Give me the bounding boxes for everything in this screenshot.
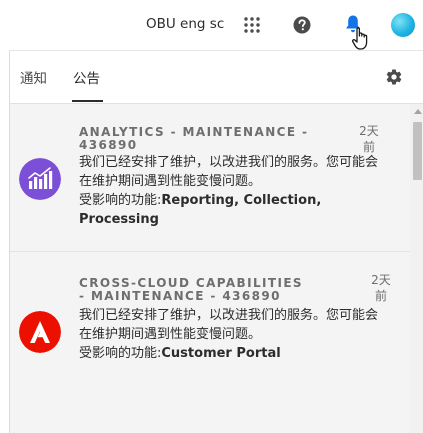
affected-prefix: 受影响的功能: <box>79 346 162 361</box>
org-switcher[interactable]: OBU eng sc <box>146 16 224 32</box>
notifications-panel: 通知 公告 ANALYTICS - MAINTENANCE - 436890 2… <box>9 50 423 433</box>
announcement-list: ANALYTICS - MAINTENANCE - 436890 2天前 我们已… <box>10 104 410 433</box>
announcement-time: 2天前 <box>359 124 379 154</box>
tab-notifications[interactable]: 通知 <box>20 67 47 87</box>
adobe-logo-icon <box>19 311 61 353</box>
affected-features: Customer Portal <box>161 346 281 361</box>
tab-announcements[interactable]: 公告 <box>73 67 100 87</box>
analytics-icon <box>19 158 61 200</box>
panel-tabs: 通知 公告 <box>10 51 423 103</box>
announcement-body: 我们已经安排了维护，以改进我们的服务。您可能会在维护期间遇到性能变慢问题。 受影… <box>79 153 389 229</box>
avatar[interactable] <box>391 13 415 37</box>
announcement-title: CROSS-CLOUD CAPABILITIES - MAINTENANCE -… <box>79 276 303 303</box>
scrollbar-thumb[interactable] <box>413 122 422 180</box>
announcement-title: ANALYTICS - MAINTENANCE - 436890 <box>79 125 309 152</box>
help-icon[interactable] <box>293 16 311 34</box>
announcement-time: 2天前 <box>371 273 391 303</box>
announcement-message: 我们已经安排了维护，以改进我们的服务。您可能会在维护期间遇到性能变慢问题。 <box>79 155 379 189</box>
apps-grid-icon[interactable] <box>243 16 261 34</box>
hand-cursor-icon <box>352 27 368 50</box>
list-item[interactable]: CROSS-CLOUD CAPABILITIES - MAINTENANCE -… <box>10 251 410 433</box>
active-tab-indicator <box>72 100 103 102</box>
top-bar: OBU eng sc <box>0 0 423 50</box>
announcement-message: 我们已经安排了维护，以改进我们的服务。您可能会在维护期间遇到性能变慢问题。 <box>79 308 379 342</box>
gear-icon[interactable] <box>385 68 403 86</box>
announcement-body: 我们已经安排了维护，以改进我们的服务。您可能会在维护期间遇到性能变慢问题。 受影… <box>79 306 389 363</box>
list-item[interactable]: ANALYTICS - MAINTENANCE - 436890 2天前 我们已… <box>10 104 410 251</box>
scroll-up-icon[interactable] <box>414 109 422 114</box>
affected-prefix: 受影响的功能: <box>79 193 162 208</box>
